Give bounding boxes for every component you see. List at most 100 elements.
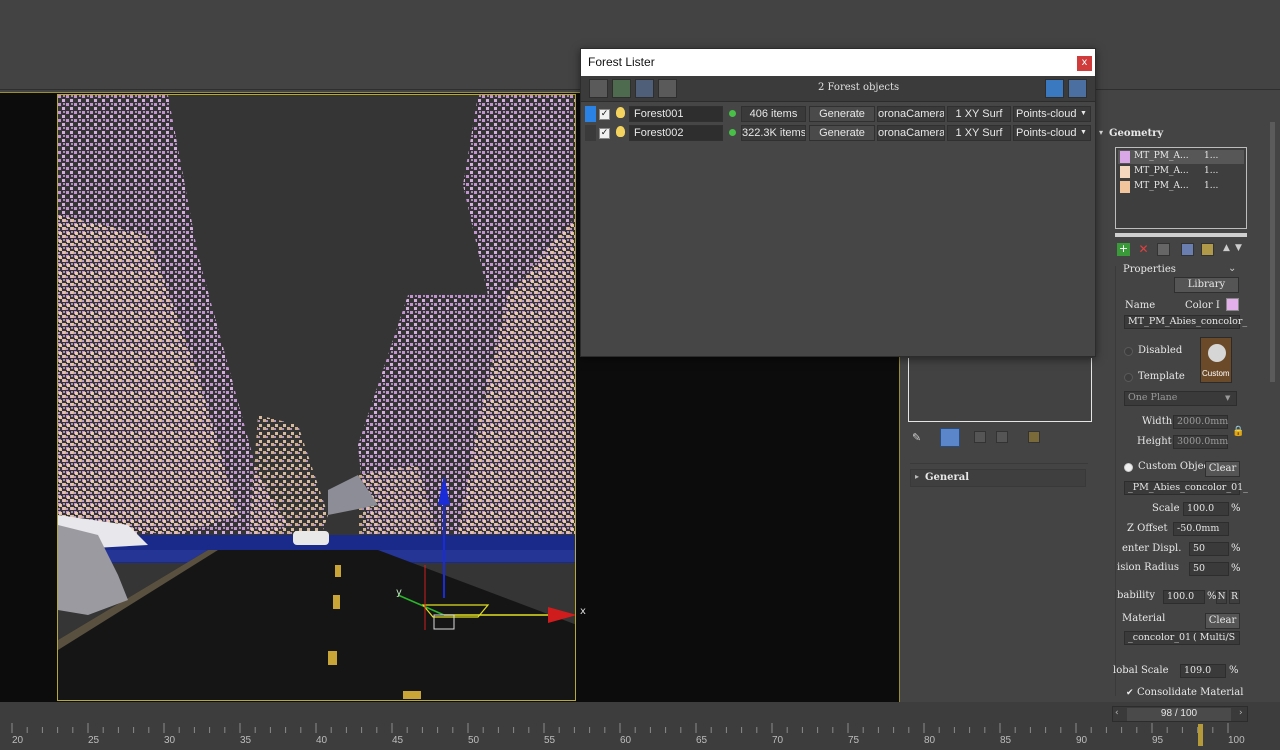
- plane-select[interactable]: One Plane ▼: [1124, 391, 1237, 406]
- timeline-tick-label: 65: [696, 735, 708, 746]
- properties-title: Properties: [1123, 264, 1176, 275]
- move-up-icon[interactable]: ▲: [1223, 243, 1230, 253]
- delete-icon[interactable]: [996, 431, 1008, 443]
- close-button[interactable]: x: [1077, 56, 1092, 71]
- global-scale-label: lobal Scale: [1113, 665, 1169, 676]
- geometry-list-item[interactable]: MT_PM_A... 1...: [1118, 150, 1244, 164]
- name-label: Name: [1125, 300, 1156, 311]
- geometry-rollout-header[interactable]: ▾ Geometry: [1097, 127, 1267, 143]
- gear-icon[interactable]: [1068, 79, 1087, 98]
- scale-field[interactable]: 100.0: [1183, 502, 1229, 516]
- run-icon[interactable]: [612, 79, 631, 98]
- pin-icon[interactable]: ✎: [912, 431, 924, 444]
- panel-divider: [910, 463, 1088, 464]
- table-row[interactable]: ✓ Forest002 322.3K items Generate oronaC…: [583, 124, 1091, 142]
- light-bulb-icon[interactable]: [616, 107, 625, 118]
- paste-icon[interactable]: [1201, 243, 1214, 256]
- preview-box: [908, 358, 1092, 422]
- generate-button[interactable]: Generate: [809, 125, 875, 141]
- color-swatch: [1120, 151, 1130, 163]
- select-icon[interactable]: [589, 79, 608, 98]
- library-button[interactable]: Library: [1174, 277, 1239, 293]
- panel-scrollbar[interactable]: [1270, 122, 1275, 382]
- geometry-list-item[interactable]: MT_PM_A... 1...: [1118, 165, 1244, 179]
- enable-checkbox[interactable]: ✓: [599, 128, 610, 139]
- color-swatch[interactable]: [1226, 298, 1239, 311]
- light-bulb-icon[interactable]: [616, 126, 625, 137]
- custom-thumbnail[interactable]: Custom: [1200, 337, 1232, 383]
- dialog-title[interactable]: Forest Lister: [581, 49, 1095, 76]
- custom-object-label: Custom Objec: [1138, 461, 1210, 472]
- object-count-label: 2 Forest objects: [818, 82, 900, 93]
- remove-icon[interactable]: ✕: [1137, 243, 1150, 256]
- n-button[interactable]: N: [1216, 590, 1227, 604]
- color-swatch: [1120, 181, 1130, 193]
- material-field[interactable]: _concolor_01 ( Multi/S: [1124, 631, 1240, 645]
- lock-icon[interactable]: 🔒: [1232, 426, 1244, 438]
- camera-field[interactable]: oronaCamera0(: [877, 106, 945, 122]
- collapse-icon[interactable]: ⌄: [1228, 263, 1236, 274]
- mode-dropdown[interactable]: Points-cloud ▼: [1013, 125, 1091, 141]
- surface-field[interactable]: 1 XY Surf: [947, 106, 1011, 122]
- timeline-tick-label: 80: [924, 735, 936, 746]
- disabled-radio[interactable]: [1124, 347, 1133, 356]
- custom-object-radio[interactable]: [1124, 463, 1133, 472]
- timeline-tick-label: 45: [392, 735, 404, 746]
- center-displ-label: enter Displ.: [1122, 543, 1182, 554]
- consolidate-checkbox[interactable]: ✔: [1126, 688, 1134, 698]
- custom-object-clear-button[interactable]: Clear: [1205, 461, 1240, 477]
- status-dot: [729, 129, 736, 136]
- scale-label: Scale: [1152, 503, 1180, 514]
- list-icon[interactable]: [658, 79, 677, 98]
- copy-icon[interactable]: [1181, 243, 1194, 256]
- rollout-arrow-icon: ▸: [915, 472, 920, 481]
- general-title: General: [925, 472, 970, 483]
- add-icon[interactable]: +: [1117, 243, 1130, 256]
- r-button[interactable]: R: [1229, 590, 1240, 604]
- collision-radius-field[interactable]: 50: [1189, 562, 1229, 576]
- timeline-tick-label: 55: [544, 735, 556, 746]
- add-list-icon[interactable]: [1157, 243, 1170, 256]
- width-field[interactable]: 2000.0mm: [1173, 415, 1228, 429]
- refresh-icon[interactable]: [1045, 79, 1064, 98]
- surface-field[interactable]: 1 XY Surf: [947, 125, 1011, 141]
- table-row[interactable]: ✓ Forest001 406 items Generate oronaCame…: [583, 105, 1091, 123]
- camera-field[interactable]: oronaCamera0(: [877, 125, 945, 141]
- zoffset-label: Z Offset: [1127, 523, 1168, 534]
- configure-icon[interactable]: [1028, 431, 1040, 443]
- move-down-icon[interactable]: ▼: [1235, 243, 1242, 253]
- rollout-arrow-icon: ▾: [1099, 128, 1104, 137]
- custom-object-field[interactable]: _PM_Abies_concolor_01_: [1124, 481, 1248, 495]
- geometry-list[interactable]: MT_PM_A... 1... MT_PM_A... 1... MT_PM_A.…: [1115, 147, 1247, 229]
- show-result-icon[interactable]: [974, 431, 986, 443]
- center-displ-field[interactable]: 50: [1189, 542, 1229, 556]
- forest-name[interactable]: Forest001: [629, 106, 723, 122]
- generate-button[interactable]: Generate: [809, 106, 875, 122]
- enable-checkbox[interactable]: ✓: [599, 109, 610, 120]
- camera-safe-frame[interactable]: y: [57, 94, 576, 701]
- mode-dropdown[interactable]: Points-cloud ▼: [1013, 106, 1091, 122]
- zoffset-field[interactable]: -50.0mm: [1173, 522, 1229, 536]
- general-rollout-header[interactable]: ▸ General: [910, 469, 1086, 487]
- prev-frame-icon[interactable]: ‹: [1115, 708, 1119, 718]
- forest-name[interactable]: Forest002: [629, 125, 723, 141]
- timeline-tick-label: 20: [12, 735, 24, 746]
- items-count: 322.3K items: [741, 125, 806, 141]
- geometry-list-item[interactable]: MT_PM_A... 1...: [1118, 180, 1244, 194]
- columns-icon[interactable]: [635, 79, 654, 98]
- next-frame-icon[interactable]: ›: [1239, 708, 1243, 718]
- timeline-tick-label: 70: [772, 735, 784, 746]
- material-clear-button[interactable]: Clear: [1205, 613, 1240, 629]
- geometry-button-row: + ✕ ▲ ▼: [1117, 243, 1247, 257]
- probability-field[interactable]: 100.0: [1163, 590, 1205, 604]
- height-field[interactable]: 3000.0mm: [1173, 435, 1228, 449]
- global-scale-field[interactable]: 109.0: [1180, 664, 1226, 678]
- modifier-stack-icon[interactable]: [940, 428, 960, 447]
- time-marker[interactable]: [1198, 724, 1203, 746]
- template-radio[interactable]: [1124, 373, 1133, 382]
- name-input[interactable]: MT_PM_Abies_concolor_: [1124, 315, 1247, 329]
- timeline-ticks: [11, 723, 1229, 733]
- timeline-tick-label: 90: [1076, 735, 1088, 746]
- time-slider[interactable]: ‹ 98 / 100 ›: [1112, 706, 1248, 722]
- geometry-scrollbar[interactable]: [1115, 233, 1247, 237]
